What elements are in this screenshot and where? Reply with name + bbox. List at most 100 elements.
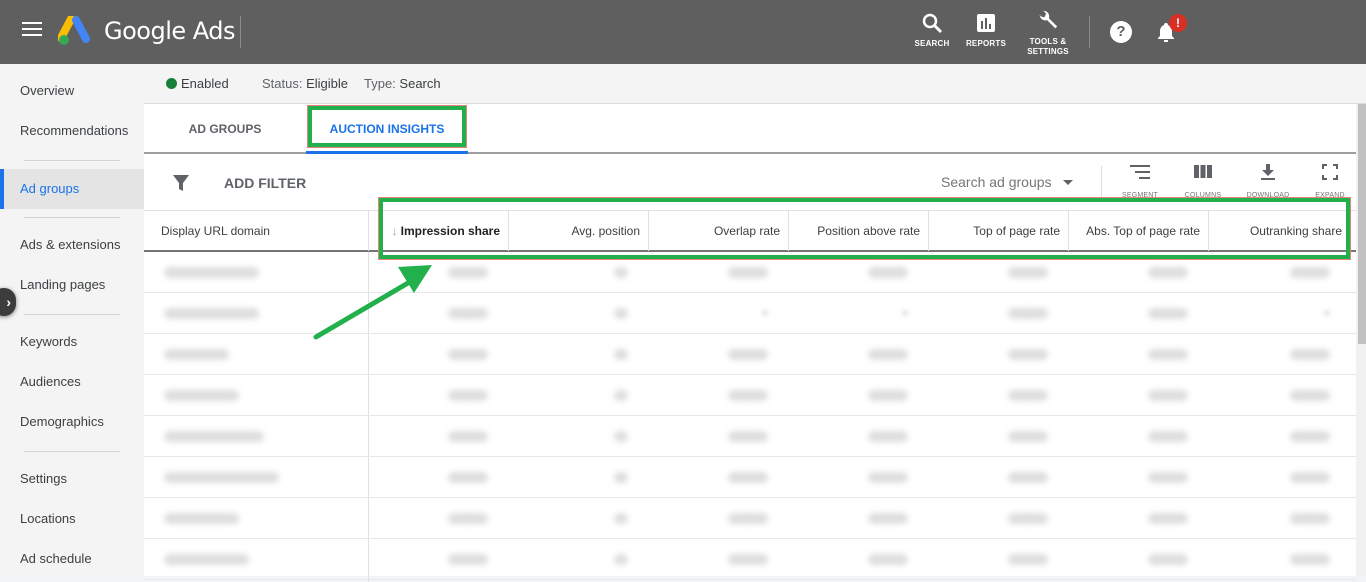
redacted-metric-cell (868, 472, 908, 483)
tools-settings-button[interactable]: TOOLS & SETTINGS (1023, 10, 1073, 57)
search-ad-groups-dropdown[interactable]: Search ad groups (941, 174, 1052, 190)
redacted-metric-cell (1148, 308, 1188, 319)
search-button[interactable]: SEARCH (912, 12, 952, 49)
sort-descending-arrow-icon: ↓ (391, 224, 398, 238)
redacted-metric-cell (868, 267, 908, 278)
hamburger-menu-icon[interactable] (22, 22, 42, 42)
expand-icon (1322, 164, 1338, 180)
sidebar-item-ad-schedule[interactable]: Ad schedule (0, 539, 144, 579)
table-row[interactable] (144, 252, 1356, 293)
sidebar-item-demographics[interactable]: Demographics (0, 402, 144, 442)
campaign-status-bar: Enabled Status: Eligible Type: Search (144, 64, 1366, 104)
enabled-status-dot-icon (166, 78, 177, 89)
redacted-metric-cell (614, 431, 628, 442)
column-header-outranking-share[interactable]: Outranking share (1208, 211, 1350, 251)
redacted-metric-cell (614, 308, 628, 319)
help-icon[interactable]: ? (1110, 21, 1132, 43)
reports-label: REPORTS (965, 39, 1007, 48)
sidebar-item-overview[interactable]: Overview (0, 71, 144, 111)
columns-icon (1194, 165, 1212, 178)
redacted-metric-cell (728, 431, 768, 442)
campaign-type: Type: Search (364, 76, 441, 91)
sidebar-item-recommendations[interactable]: Recommendations (0, 111, 144, 151)
redacted-metric-cell (1290, 390, 1330, 401)
eligibility-status: Status: Eligible (262, 76, 349, 91)
redacted-metric-cell (448, 390, 488, 401)
redacted-metric-cell (1008, 390, 1048, 401)
redacted-metric-cell (868, 349, 908, 360)
redacted-metric-cell (448, 554, 488, 565)
redacted-metric-cell (1008, 431, 1048, 442)
sidebar-item-settings[interactable]: Settings (0, 459, 144, 499)
tab-ad-groups[interactable]: AD GROUPS (144, 104, 306, 154)
redacted-metric-cell (1290, 349, 1330, 360)
enabled-status[interactable]: Enabled (181, 76, 229, 91)
settings-label: SETTINGS (1027, 47, 1069, 56)
add-filter-button[interactable]: ADD FILTER (224, 175, 306, 191)
dropdown-caret-icon[interactable] (1063, 180, 1073, 185)
column-header-overlap-rate[interactable]: Overlap rate (648, 211, 788, 251)
redacted-metric-cell (614, 349, 628, 360)
divider (1089, 16, 1090, 48)
sidebar-nav: Overview Recommendations Ad groups Ads &… (0, 64, 144, 576)
redacted-metric-cell (1148, 431, 1188, 442)
sidebar-item-audiences[interactable]: Audiences (0, 362, 144, 402)
sidebar-divider (24, 451, 120, 452)
segment-button[interactable]: SEGMENT (1110, 164, 1170, 199)
table-row[interactable] (144, 457, 1356, 498)
sidebar-item-locations[interactable]: Locations (0, 499, 144, 539)
download-label: DOWNLOAD (1246, 192, 1290, 199)
redacted-metric-cell (1008, 472, 1048, 483)
column-header-position-above-rate[interactable]: Position above rate (788, 211, 928, 251)
redacted-metric-cell (448, 308, 488, 319)
google-ads-logo-icon (58, 16, 90, 45)
redacted-metric-cell (728, 554, 768, 565)
redacted-metric-cell (1290, 472, 1330, 483)
redacted-metric-cell (1148, 472, 1188, 483)
redacted-metric-cell (1324, 310, 1330, 316)
wrench-icon (1039, 10, 1058, 29)
reports-button[interactable]: REPORTS (963, 12, 1009, 49)
redacted-metric-cell (728, 349, 768, 360)
table-row[interactable] (144, 498, 1356, 539)
column-header-impression-share[interactable]: ↓ Impression share (368, 211, 508, 251)
sidebar-item-landing-pages[interactable]: Landing pages (0, 265, 144, 305)
sidebar-item-ad-groups[interactable]: Ad groups (0, 169, 144, 209)
table-row[interactable] (144, 334, 1356, 375)
columns-button[interactable]: COLUMNS (1173, 164, 1233, 199)
redacted-metric-cell (614, 513, 628, 524)
redacted-domain-cell (164, 513, 239, 524)
redacted-metric-cell (1290, 513, 1330, 524)
table-row[interactable] (144, 375, 1356, 416)
segment-icon (1130, 165, 1150, 179)
expand-button[interactable]: EXPAND (1300, 164, 1360, 199)
expand-label: EXPAND (1315, 192, 1345, 199)
column-header-top-of-page-rate[interactable]: Top of page rate (928, 211, 1068, 251)
table-row[interactable] (144, 416, 1356, 457)
column-header-avg-position[interactable]: Avg. position (508, 211, 648, 251)
redacted-metric-cell (448, 349, 488, 360)
sidebar-item-ads-extensions[interactable]: Ads & extensions (0, 225, 144, 265)
divider (1101, 166, 1102, 202)
redacted-domain-cell (164, 472, 279, 483)
redacted-domain-cell (164, 267, 259, 278)
sidebar-item-keywords[interactable]: Keywords (0, 322, 144, 362)
column-header-abs-top-of-page-rate[interactable]: Abs. Top of page rate (1068, 211, 1208, 251)
columns-label: COLUMNS (1184, 192, 1222, 199)
redacted-metric-cell (728, 472, 768, 483)
redacted-metric-cell (1008, 267, 1048, 278)
brand-name[interactable]: Google Ads (104, 17, 236, 45)
filter-icon[interactable] (172, 174, 190, 192)
redacted-metric-cell (868, 390, 908, 401)
table-row[interactable] (144, 293, 1356, 334)
redacted-metric-cell (614, 390, 628, 401)
download-button[interactable]: DOWNLOAD (1238, 164, 1298, 199)
notification-badge: ! (1169, 14, 1187, 32)
divider (240, 16, 241, 48)
tab-auction-insights[interactable]: AUCTION INSIGHTS (306, 104, 468, 154)
redacted-metric-cell (1148, 349, 1188, 360)
table-row[interactable] (144, 539, 1356, 580)
column-header-display-url-domain[interactable]: Display URL domain (144, 211, 368, 251)
redacted-metric-cell (1148, 267, 1188, 278)
scrollbar-thumb[interactable] (1358, 104, 1366, 344)
